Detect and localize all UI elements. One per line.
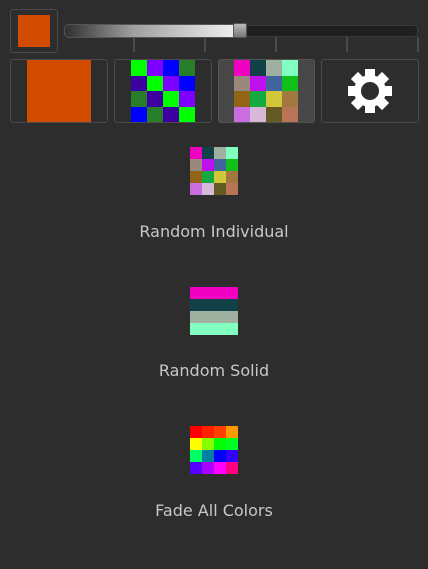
color-cell [179, 91, 195, 107]
color-cell [163, 106, 179, 122]
color-cell [163, 91, 179, 107]
color-cell [202, 183, 214, 195]
color-cell [214, 171, 226, 183]
color-cell [282, 60, 298, 76]
mode-solid-button[interactable] [10, 59, 108, 123]
settings-button[interactable] [321, 59, 419, 123]
slider-tick [204, 37, 206, 52]
color-cell [250, 106, 266, 122]
current-color-swatch [18, 15, 50, 47]
color-cell [226, 450, 238, 462]
color-cell [250, 60, 266, 76]
color-cell [131, 60, 147, 76]
color-cell [250, 91, 266, 107]
color-cell [214, 147, 226, 159]
color-cell [131, 91, 147, 107]
color-cell [202, 159, 214, 171]
color-cell [214, 159, 226, 171]
checker-pattern-icon [131, 60, 195, 122]
slider-tick [133, 37, 135, 52]
color-cell [226, 171, 238, 183]
slider-tick [417, 37, 419, 52]
color-cell [179, 106, 195, 122]
color-cell [202, 426, 214, 438]
color-cell [202, 147, 214, 159]
color-cell [226, 159, 238, 171]
color-cell [147, 60, 163, 76]
color-cell [282, 106, 298, 122]
color-cell [190, 450, 202, 462]
slider-tick [346, 37, 348, 52]
random-pattern-icon [234, 60, 298, 122]
color-cell [214, 183, 226, 195]
color-cell [226, 426, 238, 438]
mode-random-button[interactable] [218, 59, 315, 123]
gear-icon [348, 69, 392, 113]
color-cell [190, 323, 238, 335]
color-cell [226, 183, 238, 195]
slider-fill [64, 24, 237, 38]
color-cell [190, 311, 238, 323]
color-cell [234, 75, 250, 91]
color-cell [179, 60, 195, 76]
color-cell [202, 450, 214, 462]
color-cell [131, 106, 147, 122]
color-cell [226, 147, 238, 159]
random-solid-icon [190, 287, 238, 335]
mode-checker-button[interactable] [114, 59, 212, 123]
color-cell [179, 75, 195, 91]
color-cell [214, 462, 226, 474]
color-cell [226, 438, 238, 450]
color-cell [266, 106, 282, 122]
color-cell [234, 60, 250, 76]
slider-tick [275, 37, 277, 52]
color-cell [190, 426, 202, 438]
color-cell [202, 462, 214, 474]
color-cell [147, 75, 163, 91]
color-cell [282, 91, 298, 107]
color-cell [234, 106, 250, 122]
color-cell [226, 462, 238, 474]
color-cell [202, 438, 214, 450]
random-solid-label: Random Solid [158, 361, 270, 380]
color-cell [190, 147, 202, 159]
color-cell [214, 426, 226, 438]
color-cell [266, 75, 282, 91]
slider-thumb[interactable] [233, 23, 247, 38]
color-cell [190, 299, 238, 311]
color-cell [190, 183, 202, 195]
fade-all-colors-icon [190, 426, 238, 474]
random-individual-icon [190, 147, 238, 195]
color-cell [214, 450, 226, 462]
color-cell [190, 287, 238, 299]
color-cell [163, 60, 179, 76]
solid-color-swatch [27, 60, 91, 122]
color-cell [147, 106, 163, 122]
color-cell [190, 462, 202, 474]
color-cell [163, 75, 179, 91]
color-cell [282, 75, 298, 91]
fade-all-colors-label: Fade All Colors [155, 501, 273, 520]
color-cell [234, 91, 250, 107]
color-cell [202, 171, 214, 183]
color-cell [131, 75, 147, 91]
color-cell [190, 159, 202, 171]
current-color-button[interactable] [10, 9, 58, 53]
random-individual-label: Random Individual [139, 222, 289, 241]
color-cell [266, 91, 282, 107]
color-cell [266, 60, 282, 76]
color-cell [214, 438, 226, 450]
color-cell [147, 91, 163, 107]
color-cell [190, 171, 202, 183]
color-cell [190, 438, 202, 450]
color-cell [250, 75, 266, 91]
